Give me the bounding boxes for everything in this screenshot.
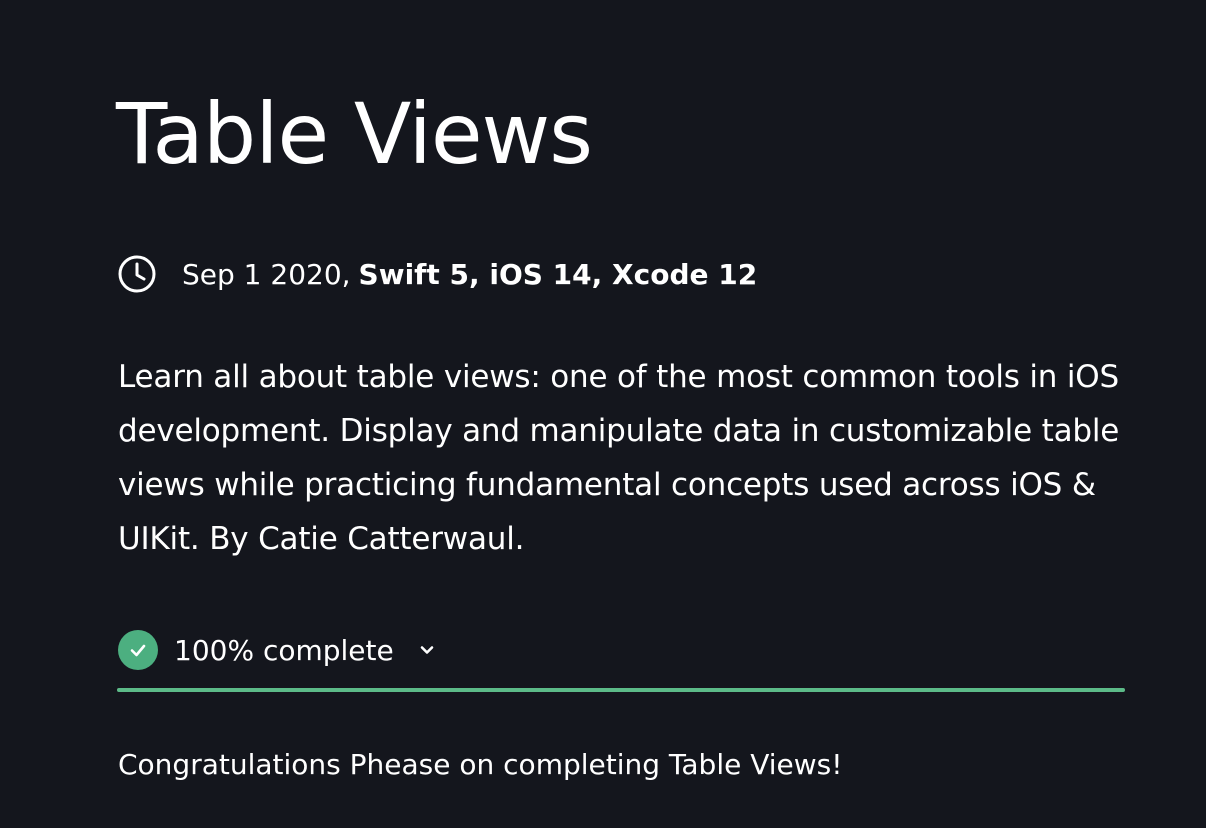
completion-message: Congratulations Phease on completing Tab…	[118, 748, 843, 781]
clock-icon	[118, 255, 156, 293]
course-date: Sep 1 2020,	[182, 257, 351, 291]
course-description: Learn all about table views: one of the …	[118, 359, 1120, 557]
progress-toggle[interactable]: 100% complete	[118, 629, 438, 671]
page-title: Table Views	[116, 85, 593, 183]
course-meta: Sep 1 2020, Swift 5, iOS 14, Xcode 12	[118, 254, 757, 294]
course-page: Table Views Sep 1 2020, Swift 5, iOS 14,…	[0, 0, 1206, 828]
course-tech: Swift 5, iOS 14, Xcode 12	[358, 257, 758, 291]
checkmark-icon	[118, 630, 158, 670]
progress-bar-fill	[117, 688, 1125, 692]
chevron-down-icon[interactable]	[416, 639, 438, 661]
progress-label: 100% complete	[174, 633, 394, 667]
progress-bar	[117, 688, 1125, 692]
